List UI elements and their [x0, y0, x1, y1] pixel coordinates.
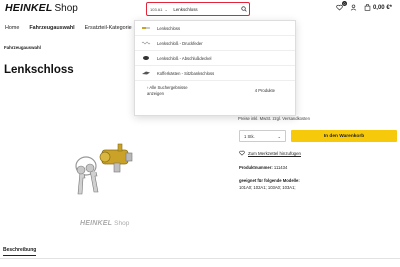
search-suggestions-dropdown: Lenkschloss Lenkschloß - Druckfeder Lenk…	[134, 20, 296, 116]
add-to-wishlist-link[interactable]: Zum Merkzettel hinzufügen	[239, 150, 301, 156]
chevron-down-icon: ⌄	[164, 6, 168, 12]
breadcrumb[interactable]: Fahrzeugauswahl	[4, 45, 41, 50]
key-lock-thumbnail	[141, 25, 151, 31]
cart-total: 0,00 €*	[372, 4, 392, 11]
models-value: 101A0; 102A1; 103A0; 103A1;	[239, 185, 296, 190]
nav-item-fahrzeugauswahl[interactable]: Fahrzeugauswahl	[29, 25, 74, 31]
model-select[interactable]: 103 A1 ⌄	[147, 3, 173, 15]
cover-thumbnail	[141, 55, 151, 61]
main-nav: Home Fahrzeugauswahl Ersatzteil-Kategori…	[5, 25, 132, 31]
page-title: Lenkschloss	[4, 64, 74, 76]
search-input[interactable]	[173, 3, 239, 15]
suggestion-label: Lenkschloss	[157, 25, 181, 31]
product-number-label: Produktnummer:	[239, 165, 273, 170]
logo-shop-text: Shop	[54, 3, 78, 14]
tab-divider	[0, 258, 400, 259]
all-results-line1: Alle Suchergebnisse	[149, 85, 188, 90]
account-button[interactable]	[350, 4, 357, 11]
suggestion-label: Lenkschloß - Druckfeder	[157, 40, 203, 46]
header-actions: 0 0,00 €*	[336, 1, 392, 11]
add-to-cart-button[interactable]: In den Warenkorb	[291, 130, 397, 142]
spring-thumbnail	[141, 40, 151, 46]
price-note: Preise inkl. MwSt. zzgl. Versandkosten	[238, 116, 310, 121]
search-icon	[241, 6, 247, 12]
suggestion-label: Kofferkästen - Sitzbankschloss	[157, 70, 215, 76]
search-bar: 103 A1 ⌄	[146, 2, 250, 16]
dropdown-footer: › Alle Suchergebnisse anzeigen 4 Produkt…	[135, 81, 295, 97]
all-results-line2: anzeigen	[147, 91, 164, 96]
suggestion-item[interactable]: Lenkschloß - Abschlußdeckel	[135, 51, 295, 66]
nav-item-home[interactable]: Home	[5, 25, 19, 31]
suggestion-item[interactable]: Lenkschloss	[135, 21, 295, 36]
quantity-select[interactable]: 1 Stk. ⌄	[239, 130, 286, 142]
seat-lock-thumbnail	[141, 70, 151, 76]
image-watermark-logo: HEINKEL Shop	[80, 220, 129, 227]
product-number: Produktnummer: 111434	[239, 165, 287, 170]
quantity-value: 1 Stk.	[244, 133, 255, 139]
cart-icon	[364, 4, 371, 11]
model-select-value: 103 A1	[150, 6, 163, 12]
product-image[interactable]	[72, 132, 142, 202]
cart-button[interactable]: 0,00 €*	[364, 4, 392, 11]
wishlist-button[interactable]: 0	[336, 1, 347, 11]
user-icon	[350, 4, 357, 11]
suggestion-item[interactable]: Lenkschloß - Druckfeder	[135, 36, 295, 51]
models-label: geeignet für folgende Modelle:	[239, 178, 300, 183]
search-button[interactable]	[238, 3, 249, 15]
shop-logo[interactable]: HEINKEL Shop	[5, 2, 78, 16]
all-results-link[interactable]: › Alle Suchergebnisse anzeigen	[147, 85, 188, 97]
suggestion-label: Lenkschloß - Abschlußdeckel	[157, 55, 212, 61]
watermark-mark: HEINKEL	[80, 220, 113, 227]
wishlist-count-badge: 0	[341, 1, 347, 6]
tab-description[interactable]: Beschreibung	[3, 247, 37, 256]
watermark-shop: Shop	[114, 220, 130, 227]
chevron-down-icon: ⌄	[277, 133, 281, 139]
logo-mark: HEINKEL	[5, 2, 53, 14]
nav-item-ersatzteil-kategorie[interactable]: Ersatzteil-Kategorie	[85, 25, 132, 31]
result-count: 4 Produkte	[254, 88, 275, 93]
wishlist-label: Zum Merkzettel hinzufügen	[248, 150, 301, 156]
heart-icon	[239, 150, 245, 156]
suggestion-item[interactable]: Kofferkästen - Sitzbankschloss	[135, 66, 295, 81]
product-number-value: 111434	[273, 165, 288, 170]
